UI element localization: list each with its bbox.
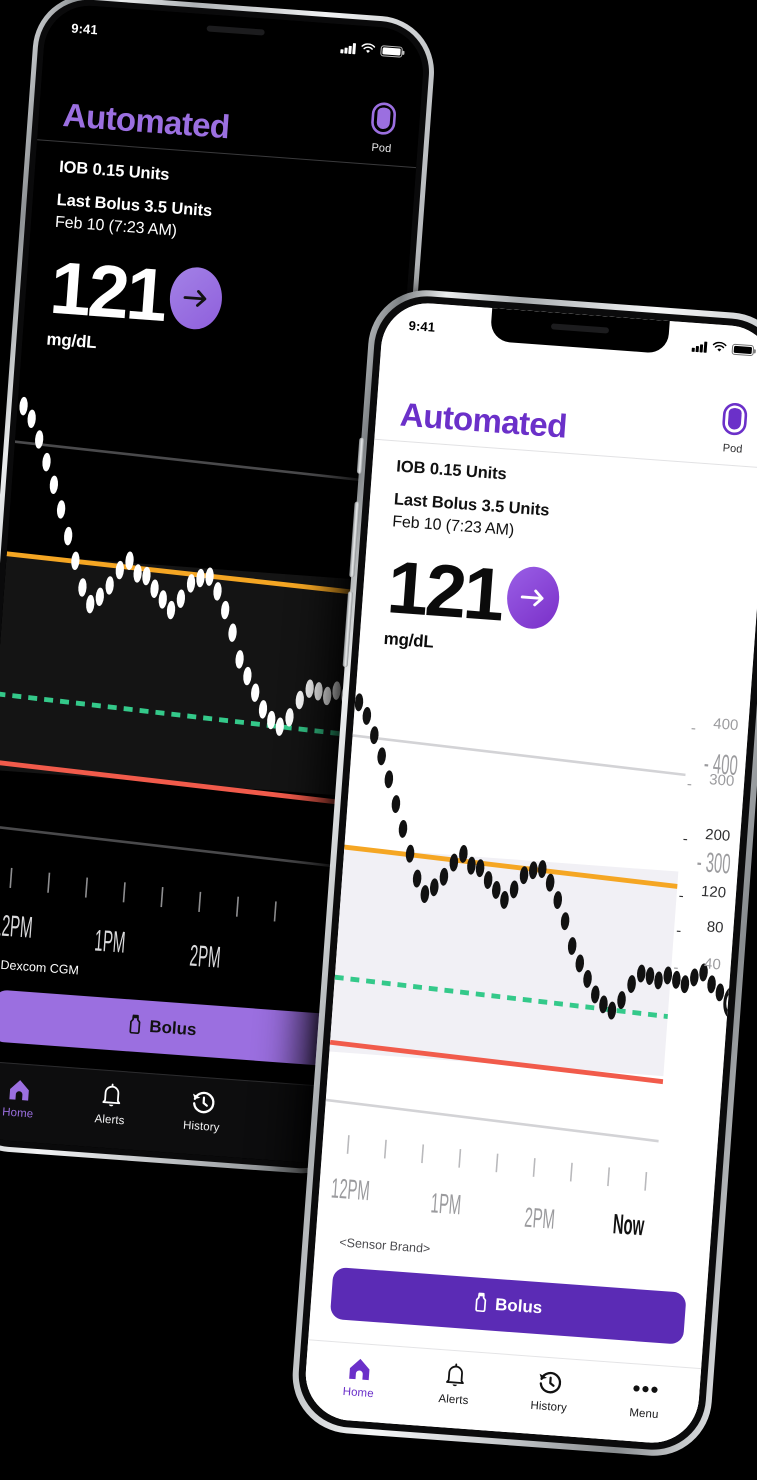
svg-text:2PM: 2PM [188, 939, 221, 975]
tab-alerts-label: Alerts [438, 1392, 469, 1408]
svg-text:Now: Now [612, 1208, 646, 1241]
x-axis-ticks-dark [9, 867, 277, 922]
pod-status-button[interactable]: Pod [718, 401, 750, 456]
status-time: 9:41 [70, 20, 99, 38]
svg-text:1PM: 1PM [93, 924, 126, 960]
svg-text:12PM: 12PM [0, 909, 34, 946]
page-title: Automated [61, 96, 231, 146]
svg-text:1PM: 1PM [430, 1187, 463, 1220]
vial-icon [473, 1291, 488, 1317]
vial-icon [127, 1013, 142, 1039]
tab-home-label: Home [342, 1385, 375, 1401]
tab-history-label: History [182, 1119, 220, 1135]
x-axis-labels-light: 12PM 1PM 2PM Now [330, 1173, 646, 1242]
tab-history[interactable]: History [163, 1086, 242, 1135]
y-tick-200: 200 [704, 826, 731, 845]
y-tick-400: 400 [712, 715, 739, 735]
status-time: 9:41 [408, 317, 436, 335]
y-tick-300: 300 [708, 771, 735, 791]
history-clock-icon [190, 1088, 217, 1116]
battery-icon [380, 45, 403, 58]
tab-alerts-label: Alerts [94, 1113, 125, 1128]
pod-icon [368, 101, 399, 142]
home-icon [347, 1354, 374, 1382]
tab-menu-label: Menu [628, 1407, 659, 1422]
bolus-label: Bolus [494, 1294, 543, 1318]
svg-text:12PM: 12PM [330, 1173, 371, 1207]
tab-alerts[interactable]: Alerts [71, 1079, 150, 1128]
bolus-label: Bolus [148, 1016, 198, 1040]
pod-label: Pod [371, 141, 392, 156]
tab-home-label: Home [1, 1106, 34, 1121]
y-tick-40: 40 [703, 955, 722, 974]
y-tick-80: 80 [706, 918, 725, 937]
pod-label: Pod [722, 442, 743, 456]
bell-icon [100, 1082, 123, 1109]
cellular-signal-icon [340, 42, 357, 55]
arrow-right-icon [168, 265, 225, 332]
wifi-icon [360, 42, 376, 58]
cellular-signal-icon [691, 341, 708, 353]
ellipsis-icon [632, 1375, 660, 1403]
tab-menu[interactable]: Menu [606, 1373, 685, 1422]
tab-history[interactable]: History [510, 1366, 589, 1415]
svg-text:2PM: 2PM [523, 1202, 556, 1235]
battery-icon [731, 343, 755, 357]
earpiece-speaker [550, 323, 610, 334]
glucose-chart-light[interactable]: - 400 - 300 . 12PM 1PM 2PM [316, 661, 751, 1266]
history-clock-icon [537, 1368, 564, 1396]
tab-alerts[interactable]: Alerts [415, 1359, 494, 1408]
earpiece-speaker [206, 25, 265, 36]
wifi-icon [711, 340, 727, 356]
tab-history-label: History [530, 1399, 568, 1415]
tab-home[interactable]: Home [0, 1073, 58, 1122]
glucose-value: 121 [384, 545, 505, 637]
x-axis-ticks-light [346, 1135, 648, 1191]
light-phone-mockup: 9:41 Automated Pod IOB 0.15 Units Last B… [288, 286, 757, 1460]
bell-icon [444, 1361, 467, 1388]
tab-home[interactable]: Home [320, 1352, 399, 1401]
home-icon [7, 1075, 33, 1103]
pod-icon [719, 401, 750, 442]
y-tick-120: 120 [700, 882, 727, 902]
arrow-right-icon [505, 565, 562, 631]
pod-status-button[interactable]: Pod [367, 101, 399, 156]
glucose-value: 121 [47, 245, 168, 337]
page-title: Automated [398, 395, 569, 445]
